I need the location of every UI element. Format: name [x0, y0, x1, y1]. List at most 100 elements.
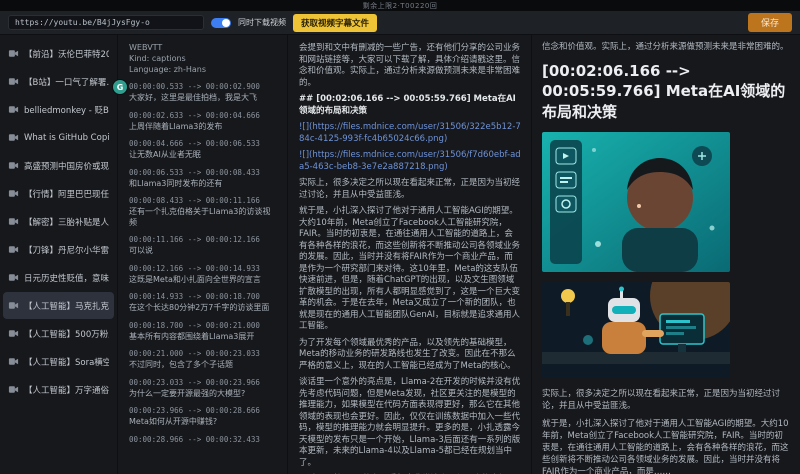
cue-text: 不过同时，包含了多个子话题: [129, 360, 277, 371]
app-window: 剩余上限2·T00220回 同时下载视频 获取视频字幕文件 保存 【前沿】沃伦巴…: [0, 0, 800, 474]
editor-heading: ## [00:02:06.166 --> 00:05:59.766] Meta在…: [299, 94, 521, 117]
webvtt-line: Kind: captions: [129, 53, 277, 64]
cue-text: 大家好，这里是最佳拍档，我是大飞: [129, 93, 277, 104]
sidebar-item[interactable]: 【行情】阿里巴巴现任…: [3, 180, 114, 207]
fetch-subtitles-button[interactable]: 获取视频字幕文件: [293, 14, 377, 32]
preview-paragraph: 实际上，很多决定之所以现在看起来正常，正是因为当初经过讨论，并且从中受益匪浅。: [542, 388, 791, 412]
sidebar-item-label: 【人工智能】万字通俗…: [24, 384, 109, 396]
subtitle-cue: 00:00:11.166 --> 00:00:12.166可以说: [129, 235, 277, 257]
subtitle-cue: 00:00:23.033 --> 00:00:23.966为什么一定要开源最强的…: [129, 378, 277, 400]
subtitle-cue: 00:00:18.700 --> 00:00:21.000基本所有内容都围绕着L…: [129, 321, 277, 343]
editor-paragraph: 谈话里一个意外的亮点是，Llama-2在开发的时候并没有优先考虑代码问题，但是M…: [299, 377, 521, 469]
article-preview-panel[interactable]: 信念和价值观。实际上，通过分析来源做预测未来是非常困难的。 [00:02:06.…: [533, 35, 800, 474]
cue-text: 和Llama3同时发布的还有: [129, 179, 277, 190]
subtitle-source-panel[interactable]: WEBVTT Kind: captions Language: zh-Hans …: [119, 35, 288, 474]
window-titlebar: 剩余上限2·T00220回: [0, 0, 800, 11]
subtitle-cue: 00:00:02.633 --> 00:00:04.666上周伴随着Llama3…: [129, 111, 277, 133]
video-camera-icon: [8, 356, 19, 367]
webvtt-line: WEBVTT: [129, 42, 277, 53]
preview-section-heading: [00:02:06.166 --> 00:05:59.766] Meta在AI领…: [542, 61, 791, 122]
download-video-toggle[interactable]: [211, 18, 231, 28]
cue-timestamp: 00:00:21.000 --> 00:00:23.033: [129, 349, 277, 359]
markdown-editor[interactable]: 会提到和文中有删减的一些广告，还有他们分享的公司业务和网站链接等，大家可以下载了…: [289, 35, 532, 474]
sidebar-item-label: 【行情】阿里巴巴现任…: [24, 188, 109, 200]
cue-timestamp: 00:00:00.533 --> 00:00:02.900: [129, 82, 277, 92]
cue-timestamp: 00:00:06.533 --> 00:00:08.433: [129, 168, 277, 178]
video-camera-icon: [8, 160, 19, 171]
subtitle-cue: 00:00:23.966 --> 00:00:28.666Meta如何从开源中赚…: [129, 406, 277, 428]
subtitle-cue: 00:00:21.000 --> 00:00:23.033不过同时，包含了多个子…: [129, 349, 277, 371]
video-camera-icon: [8, 104, 19, 115]
window-title: 剩余上限2·T00220回: [363, 1, 438, 11]
robot-at-computer-illustration-image: [542, 282, 730, 378]
floating-avatar-badge[interactable]: G: [113, 80, 127, 94]
sidebar-item[interactable]: 高盛预测中国房价或现…: [3, 152, 114, 179]
editor-paragraph: 就于是，小扎深入探讨了他对于通用人工智能AGI的期望。大约10年前，Meta创立…: [299, 206, 521, 333]
preview-paragraph-tail: 信念和价值观。实际上，通过分析来源做预测未来是非常困难的。: [542, 41, 791, 53]
cue-timestamp: 00:00:23.966 --> 00:00:28.666: [129, 406, 277, 416]
video-camera-icon: [8, 300, 19, 311]
editor-paragraph: 实际上，很多决定之所以现在看起来正常，正是因为当初经过讨论，并且从中受益匪浅。: [299, 178, 521, 201]
webvtt-header: WEBVTT Kind: captions Language: zh-Hans: [129, 42, 277, 75]
video-camera-icon: [8, 76, 19, 87]
webvtt-line: Language: zh-Hans: [129, 64, 277, 75]
sidebar-item-label: What is GitHub Copilot…: [24, 133, 109, 143]
subtitle-cue: 00:00:28.966 --> 00:00:32.433: [129, 435, 277, 445]
editor-paragraph: 为了开发每个领域最优秀的产品，以及领先的基础模型，Meta的移动业务的研发路线也…: [299, 338, 521, 373]
video-list-sidebar[interactable]: 【前沿】沃伦巴菲特20… 【B站】一口气了解署… belliedmonkey -…: [0, 35, 118, 474]
sidebar-item[interactable]: 【解密】三胎补贴是人…: [3, 208, 114, 235]
video-camera-icon: [8, 48, 19, 59]
sidebar-item-label: 日元历史性贬值，意味…: [24, 272, 109, 284]
cue-text: 还有一个扎克伯格关于Llama3的访谈视频: [129, 207, 277, 228]
cue-text: 为什么一定要开源最强的大模型?: [129, 389, 277, 400]
cue-text: 上周伴随着Llama3的发布: [129, 122, 277, 133]
video-camera-icon: [8, 328, 19, 339]
sidebar-item[interactable]: 日元历史性贬值，意味…: [3, 264, 114, 291]
sidebar-item-label: 高盛预测中国房价或现…: [24, 160, 109, 172]
sidebar-item-label: 【B站】一口气了解署…: [24, 76, 109, 88]
sidebar-item[interactable]: 【前沿】沃伦巴菲特20…: [3, 40, 114, 67]
sidebar-item[interactable]: belliedmonkey - 贬B7…: [3, 96, 114, 123]
ai-woman-illustration-image: [542, 132, 730, 272]
sidebar-item[interactable]: What is GitHub Copilot…: [3, 124, 114, 151]
cue-text: 这既是Meta和小扎面向全世界的宣言: [129, 275, 277, 286]
editor-paragraph: 会提到和文中有删减的一些广告，还有他们分享的公司业务和网站链接等，大家可以下载了…: [299, 43, 521, 89]
video-camera-icon: [8, 244, 19, 255]
cue-timestamp: 00:00:23.033 --> 00:00:23.966: [129, 378, 277, 388]
sidebar-item-label: 【前沿】沃伦巴菲特20…: [24, 48, 109, 60]
toolbar: 同时下载视频 获取视频字幕文件 保存: [0, 11, 800, 35]
subtitle-cue: 00:00:00.533 --> 00:00:02.900大家好，这里是最佳拍档…: [129, 82, 277, 104]
subtitle-cue: 00:00:06.533 --> 00:00:08.433和Llama3同时发布…: [129, 168, 277, 190]
subtitle-cue: 00:00:12.166 --> 00:00:14.933这既是Meta和小扎面…: [129, 264, 277, 286]
cue-timestamp: 00:00:04.666 --> 00:00:06.533: [129, 139, 277, 149]
toggle-label: 同时下载视频: [238, 17, 286, 28]
cue-timestamp: 00:00:08.433 --> 00:00:11.166: [129, 196, 277, 206]
toggle-knob-icon: [222, 19, 230, 27]
sidebar-item[interactable]: 【刀锋】丹尼尔小华雷…: [3, 236, 114, 263]
sidebar-item-label: 【解密】三胎补贴是人…: [24, 216, 109, 228]
sidebar-item-label: 【人工智能】马克扎克…: [24, 300, 109, 312]
cue-text: Meta如何从开源中赚钱?: [129, 417, 277, 428]
sidebar-item[interactable]: 【人工智能】500万粉丝…: [3, 320, 114, 347]
cue-timestamp: 00:00:14.933 --> 00:00:18.700: [129, 292, 277, 302]
sidebar-item-selected[interactable]: 【人工智能】马克扎克…: [3, 292, 114, 319]
cue-timestamp: 00:00:28.966 --> 00:00:32.433: [129, 435, 277, 445]
video-camera-icon: [8, 216, 19, 227]
sidebar-item-label: 【人工智能】500万粉丝…: [24, 328, 109, 340]
sidebar-item[interactable]: 【人工智能】Sora横空…: [3, 348, 114, 375]
video-camera-icon: [8, 272, 19, 283]
cue-text: 可以说: [129, 246, 277, 257]
sidebar-item[interactable]: 【人工智能】万字通俗…: [3, 376, 114, 403]
cue-text: 在这个长达80分钟2万7千字的访谈里面: [129, 303, 277, 314]
save-button[interactable]: 保存: [748, 13, 792, 32]
cue-timestamp: 00:00:18.700 --> 00:00:21.000: [129, 321, 277, 331]
preview-paragraph: 就于是，小扎深入探讨了他对于通用人工智能AGI的期望。大约10年前，Meta创立…: [542, 418, 791, 474]
video-url-input[interactable]: [8, 15, 204, 30]
editor-image-link: ![](https://files.mdnice.com/user/31506/…: [299, 150, 521, 173]
cue-timestamp: 00:00:02.633 --> 00:00:04.666: [129, 111, 277, 121]
sidebar-item[interactable]: 【B站】一口气了解署…: [3, 68, 114, 95]
video-camera-icon: [8, 132, 19, 143]
cue-timestamp: 00:00:11.166 --> 00:00:12.166: [129, 235, 277, 245]
cue-text: 基本所有内容都围绕着Llama3展开: [129, 332, 277, 343]
subtitle-cue: 00:00:04.666 --> 00:00:06.533让无数AI从业者无眠: [129, 139, 277, 161]
